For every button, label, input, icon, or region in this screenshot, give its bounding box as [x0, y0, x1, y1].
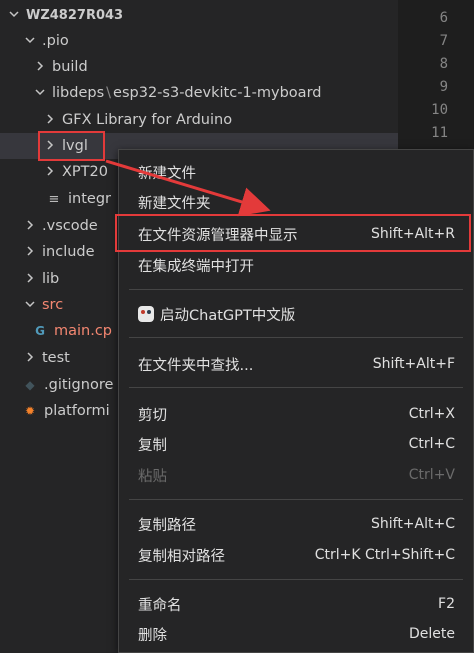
chevron-right-icon — [22, 272, 38, 287]
tree-item-label: src — [42, 297, 64, 313]
chevron-down-icon — [32, 86, 48, 101]
chevron-right-icon — [42, 113, 58, 128]
menu-item-chatgpt[interactable]: 启动ChatGPT中文版 — [119, 300, 473, 328]
menu-item-label: 删除 — [138, 627, 167, 644]
tree-item-label: platformi — [44, 403, 110, 419]
menu-item-label: 重命名 — [138, 597, 182, 614]
menu-item-label: 复制相对路径 — [138, 548, 225, 565]
tree-item-label: lib — [42, 271, 60, 287]
menu-separator — [129, 579, 463, 580]
line-number: 6 — [439, 10, 448, 26]
root-folder-label: WZ4827R043 — [26, 7, 124, 23]
chevron-down-icon — [22, 34, 38, 49]
tree-item-label: .gitignore — [44, 377, 114, 393]
menu-item-rename[interactable]: 重命名 F2 — [119, 590, 473, 618]
menu-item-label: 启动ChatGPT中文版 — [160, 307, 296, 324]
menu-item-label: 在文件夹中查找... — [138, 357, 254, 374]
menu-item-shortcut: Ctrl+V — [408, 467, 455, 483]
menu-item-shortcut: Delete — [409, 626, 455, 642]
cpp-file-icon: G — [35, 324, 45, 338]
menu-item-shortcut: Ctrl+C — [408, 436, 455, 452]
text-file-icon: ≡ — [48, 191, 60, 207]
chatgpt-extension-icon — [138, 306, 154, 322]
menu-item-shortcut: Ctrl+K Ctrl+Shift+C — [314, 547, 455, 563]
menu-separator — [129, 387, 463, 388]
tree-item-label: include — [42, 244, 95, 260]
menu-item-shortcut: Shift+Alt+F — [372, 356, 455, 372]
menu-item-paste: 粘贴 Ctrl+V — [119, 461, 473, 489]
menu-separator — [129, 337, 463, 338]
menu-item-copy-path[interactable]: 复制路径 Shift+Alt+C — [119, 510, 473, 538]
menu-item-new-folder[interactable]: 新建文件夹 — [119, 188, 473, 216]
chevron-down-icon — [22, 298, 38, 313]
chevron-down-icon — [6, 8, 22, 23]
chevron-right-icon — [32, 60, 48, 75]
tree-item-label: .vscode — [42, 218, 98, 234]
platformio-file-icon: ✹ — [24, 404, 36, 418]
menu-item-shortcut: Ctrl+X — [408, 406, 455, 422]
line-number: 10 — [431, 102, 448, 118]
menu-item-copy-relative-path[interactable]: 复制相对路径 Ctrl+K Ctrl+Shift+C — [119, 541, 473, 569]
tree-item-label: integr — [68, 191, 111, 207]
menu-item-label: 在集成终端中打开 — [138, 258, 254, 275]
tree-item-label: XPT20 — [62, 164, 108, 180]
menu-item-label: 新建文件夹 — [138, 195, 211, 212]
menu-item-new-file[interactable]: 新建文件 — [119, 158, 473, 186]
line-number: 8 — [439, 56, 448, 72]
tree-item-gfx-library[interactable]: GFX Library for Arduino — [0, 107, 398, 133]
menu-item-copy[interactable]: 复制 Ctrl+C — [119, 430, 473, 458]
chevron-right-icon — [42, 165, 58, 180]
tree-item-libdeps[interactable]: libdeps \ esp32-s3-devkitc-1-myboard — [0, 80, 398, 106]
menu-separator — [129, 289, 463, 290]
tree-item-label: libdeps — [52, 85, 105, 101]
path-separator: \ — [106, 85, 112, 101]
menu-item-shortcut: F2 — [438, 596, 455, 612]
menu-item-shortcut: Shift+Alt+R — [371, 226, 455, 242]
line-number: 9 — [439, 79, 448, 95]
tree-item-label: test — [42, 350, 70, 366]
tree-item-label: lvgl — [62, 138, 88, 154]
chevron-right-icon — [22, 351, 38, 366]
line-number: 11 — [431, 125, 448, 141]
git-file-icon: ◆ — [25, 378, 35, 392]
chevron-right-icon — [22, 219, 38, 234]
menu-item-reveal-in-explorer[interactable]: 在文件资源管理器中显示 Shift+Alt+R — [119, 220, 473, 248]
tree-item-label: esp32-s3-devkitc-1-myboard — [113, 85, 322, 101]
tree-item-label: main.cp — [54, 323, 113, 339]
menu-item-label: 剪切 — [138, 407, 167, 424]
tree-item-label: build — [52, 59, 88, 75]
explorer-root-folder[interactable]: WZ4827R043 — [0, 2, 398, 28]
menu-item-find-in-folder[interactable]: 在文件夹中查找... Shift+Alt+F — [119, 350, 473, 378]
menu-item-cut[interactable]: 剪切 Ctrl+X — [119, 400, 473, 428]
menu-item-label: 复制 — [138, 437, 167, 454]
line-number: 7 — [439, 33, 448, 49]
chevron-right-icon — [22, 245, 38, 260]
menu-item-label: 粘贴 — [138, 468, 167, 485]
menu-item-label: 在文件资源管理器中显示 — [138, 227, 298, 244]
tree-item-label: GFX Library for Arduino — [62, 112, 233, 128]
menu-separator — [129, 499, 463, 500]
context-menu: 新建文件 新建文件夹 在文件资源管理器中显示 Shift+Alt+R 在集成终端… — [118, 149, 474, 653]
chevron-right-icon — [42, 139, 58, 154]
menu-item-open-in-terminal[interactable]: 在集成终端中打开 — [119, 251, 473, 279]
menu-item-label: 复制路径 — [138, 517, 196, 534]
tree-item-build[interactable]: build — [0, 54, 398, 80]
menu-item-delete[interactable]: 删除 Delete — [119, 620, 473, 648]
tree-item-pio[interactable]: .pio — [0, 28, 398, 54]
tree-item-label: .pio — [42, 33, 69, 49]
menu-item-label: 新建文件 — [138, 165, 196, 182]
menu-item-shortcut: Shift+Alt+C — [370, 516, 455, 532]
